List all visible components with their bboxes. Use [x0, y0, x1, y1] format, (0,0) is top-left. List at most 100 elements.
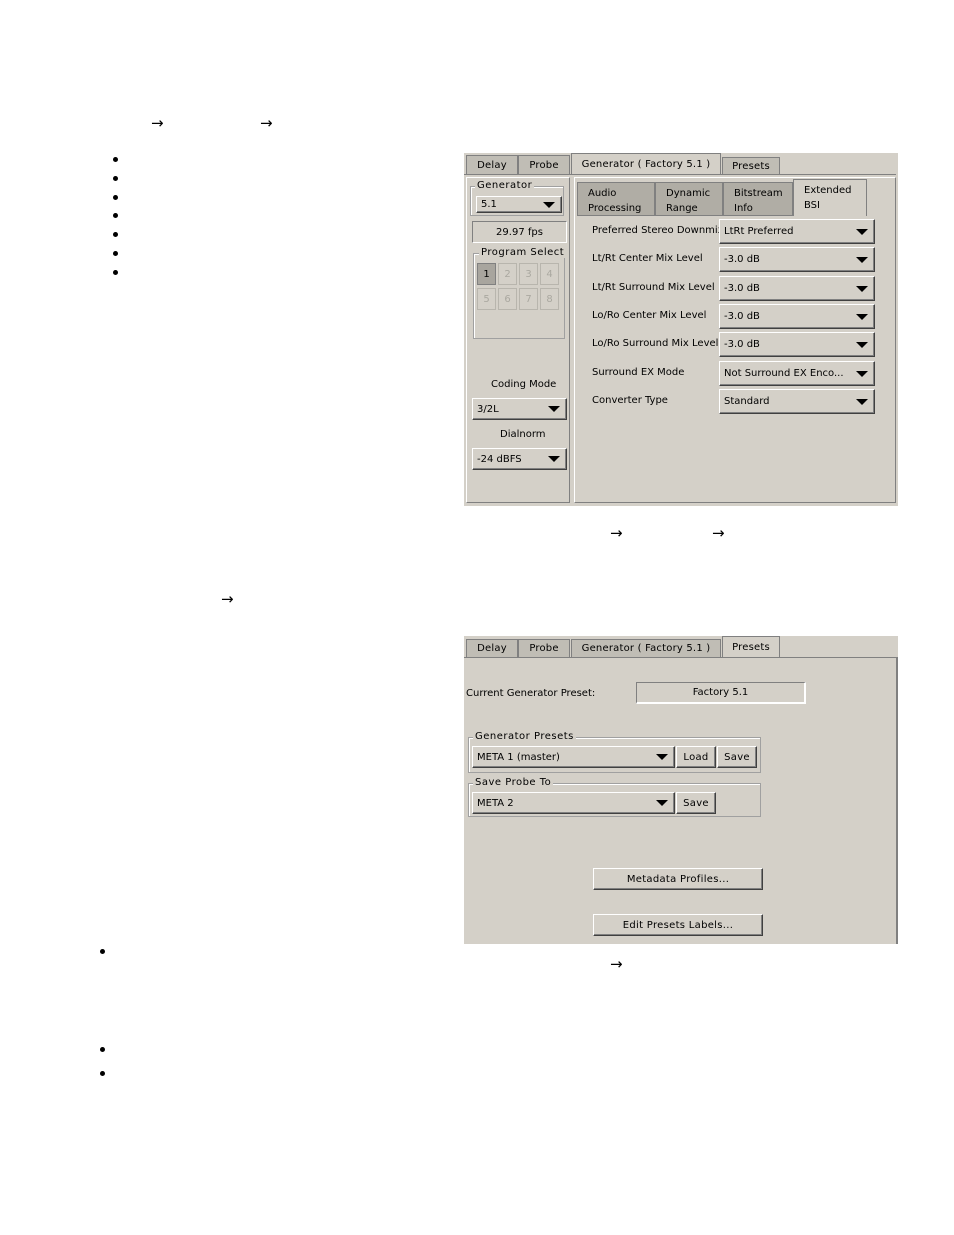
tab-generator[interactable]: Generator ( Factory 5.1 ): [571, 153, 721, 175]
bullet-icon: [113, 213, 118, 218]
dialnorm-value: -24 dBFS: [477, 453, 522, 465]
dialnorm-select[interactable]: -24 dBFS: [472, 448, 567, 470]
row-label: Lt/Rt Center Mix Level: [592, 253, 703, 264]
bullet-icon: [113, 157, 118, 162]
subtab-line: Range: [666, 203, 698, 214]
subtab-line: Bitstream: [734, 188, 783, 199]
generator-select-value: 5.1: [481, 199, 497, 210]
arrow-glyph: →: [151, 114, 164, 132]
subtab-line: Extended: [804, 185, 852, 196]
extended-bsi-area: Audio Processing Dynamic Range Bitstream…: [574, 177, 896, 503]
tab-divider: [464, 174, 896, 175]
tab-generator[interactable]: Generator ( Factory 5.1 ): [571, 639, 721, 658]
save-probe-select[interactable]: META 2: [472, 792, 675, 814]
program-button-3[interactable]: 3: [519, 263, 538, 285]
tab-probe[interactable]: Probe: [518, 155, 570, 175]
tab-delay[interactable]: Delay: [466, 155, 518, 175]
generator-select[interactable]: 5.1: [476, 196, 562, 213]
generator-presets-select[interactable]: META 1 (master): [472, 746, 675, 768]
subtab-extended-bsi[interactable]: Extended BSI: [793, 179, 867, 216]
generator-title: Generator: [475, 180, 535, 191]
save-probe-button[interactable]: Save: [676, 792, 716, 814]
chevron-down-icon: [548, 456, 560, 462]
save-preset-button[interactable]: Save: [717, 746, 757, 768]
arrow-glyph: →: [712, 524, 725, 542]
edit-presets-labels-button[interactable]: Edit Presets Labels...: [593, 914, 763, 936]
bullet-icon: [113, 251, 118, 256]
tab-presets[interactable]: Presets: [722, 157, 780, 175]
coding-mode-select[interactable]: 3/2L: [472, 398, 567, 420]
program-select-title: Program Select: [479, 247, 567, 258]
subtab-line: Processing: [588, 203, 642, 214]
arrow-glyph: →: [221, 590, 234, 608]
current-preset-display: Factory 5.1: [636, 682, 806, 704]
subtab-audio-processing[interactable]: Audio Processing: [577, 182, 655, 216]
generator-panel: Delay Probe Generator ( Factory 5.1 ) Pr…: [464, 153, 898, 506]
program-button-1[interactable]: 1: [477, 263, 496, 285]
row-label: Lt/Rt Surround Mix Level: [592, 282, 715, 293]
program-button-8[interactable]: 8: [540, 288, 559, 310]
chevron-down-icon: [656, 800, 668, 806]
row-value: -3.0 dB: [724, 339, 760, 350]
subtab-line: BSI: [804, 200, 820, 211]
subtab-line: Info: [734, 203, 753, 214]
chevron-down-icon: [856, 256, 868, 263]
arrow-glyph: →: [610, 955, 623, 973]
bullet-icon: [100, 1047, 105, 1052]
bullet-icon: [113, 195, 118, 200]
save-probe-title: Save Probe To: [473, 777, 554, 788]
dialnorm-label: Dialnorm: [500, 429, 546, 440]
coding-mode-label: Coding Mode: [491, 379, 557, 390]
chevron-down-icon: [856, 228, 868, 235]
fps-value: 29.97 fps: [496, 226, 543, 238]
ltrt-center-mix-select[interactable]: -3.0 dB: [719, 247, 875, 272]
arrow-glyph: →: [260, 114, 273, 132]
fps-display: 29.97 fps: [472, 221, 567, 243]
tab-presets[interactable]: Presets: [722, 636, 780, 658]
generator-sidebar: Generator 5.1 29.97 fps Program Select 1…: [466, 177, 570, 503]
subtab-dynamic-range[interactable]: Dynamic Range: [655, 182, 723, 216]
row-value: LtRt Preferred: [724, 226, 794, 237]
chevron-down-icon: [856, 285, 868, 292]
program-button-4[interactable]: 4: [540, 263, 559, 285]
row-value: -3.0 dB: [724, 254, 760, 265]
program-button-5[interactable]: 5: [477, 288, 496, 310]
bullet-icon: [113, 232, 118, 237]
program-button-7[interactable]: 7: [519, 288, 538, 310]
coding-mode-value: 3/2L: [477, 403, 499, 415]
bullet-icon: [113, 270, 118, 275]
program-button-6[interactable]: 6: [498, 288, 517, 310]
current-preset-value: Factory 5.1: [692, 687, 749, 698]
generator-presets-title: Generator Presets: [473, 731, 576, 742]
program-button-2[interactable]: 2: [498, 263, 517, 285]
row-label: Lo/Ro Center Mix Level: [592, 310, 707, 321]
tab-divider: [464, 657, 896, 658]
converter-type-select[interactable]: Standard: [719, 389, 875, 414]
loro-surround-mix-select[interactable]: -3.0 dB: [719, 332, 875, 357]
subtab-line: Dynamic: [666, 188, 711, 199]
chevron-down-icon: [548, 406, 560, 412]
chevron-down-icon: [656, 754, 668, 760]
tab-delay[interactable]: Delay: [466, 639, 518, 658]
bullet-icon: [100, 949, 105, 954]
metadata-profiles-button[interactable]: Metadata Profiles...: [593, 868, 763, 890]
tab-probe[interactable]: Probe: [518, 639, 570, 658]
generator-presets-value: META 1 (master): [477, 751, 560, 763]
ltrt-surround-mix-select[interactable]: -3.0 dB: [719, 276, 875, 301]
row-value: -3.0 dB: [724, 311, 760, 322]
preferred-stereo-downmix-select[interactable]: LtRt Preferred: [719, 219, 875, 244]
row-value: Standard: [724, 396, 770, 407]
load-button[interactable]: Load: [676, 746, 716, 768]
row-label: Preferred Stereo Downmix: [592, 225, 724, 236]
presets-panel: Delay Probe Generator ( Factory 5.1 ) Pr…: [464, 636, 898, 944]
surround-ex-mode-select[interactable]: Not Surround EX Enco...: [719, 361, 875, 386]
loro-center-mix-select[interactable]: -3.0 dB: [719, 304, 875, 329]
panel-edge: [896, 657, 898, 944]
subtab-bitstream-info[interactable]: Bitstream Info: [723, 182, 793, 216]
arrow-glyph: →: [610, 524, 623, 542]
chevron-down-icon: [856, 313, 868, 320]
row-value: -3.0 dB: [724, 283, 760, 294]
chevron-down-icon: [543, 201, 555, 208]
chevron-down-icon: [856, 370, 868, 377]
current-preset-label: Current Generator Preset:: [466, 688, 596, 699]
